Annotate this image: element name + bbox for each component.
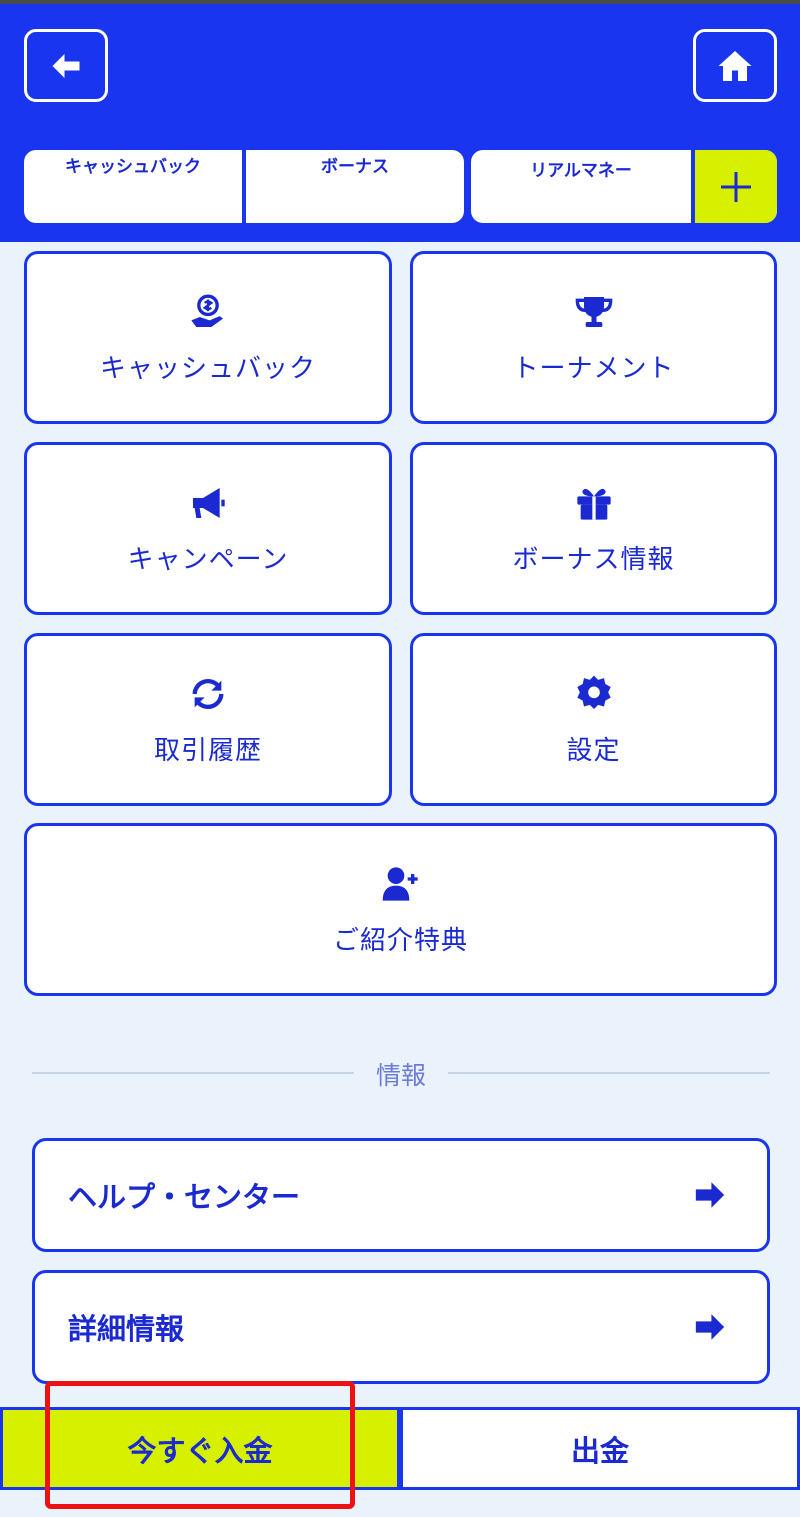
- arrow-right-icon: [695, 1182, 725, 1208]
- refresh-arrows-icon: [186, 672, 230, 716]
- cashback-hand-dollar-icon: [186, 290, 230, 334]
- deposit-now-button[interactable]: 今すぐ入金: [0, 1407, 400, 1490]
- home-button[interactable]: [693, 29, 777, 102]
- menu-cashback[interactable]: キャッシュバック: [24, 251, 392, 424]
- menu-referral-bonus[interactable]: ご紹介特典: [24, 823, 777, 996]
- details-link[interactable]: 詳細情報: [32, 1270, 770, 1384]
- wallet-real-money: リアルマネー: [471, 150, 777, 223]
- help-center-link[interactable]: ヘルプ・センター: [32, 1138, 770, 1252]
- megaphone-icon: [186, 481, 230, 525]
- help-center-label: ヘルプ・センター: [68, 1180, 301, 1214]
- wallet-real-money-label[interactable]: リアルマネー: [471, 156, 691, 181]
- details-label: 詳細情報: [68, 1312, 185, 1346]
- menu-cashback-label: キャッシュバック: [99, 354, 316, 384]
- menu-transaction-history[interactable]: 取引履歴: [24, 633, 392, 806]
- wallet-bonus[interactable]: ボーナス: [246, 152, 464, 177]
- menu-bonus-info-label: ボーナス情報: [512, 545, 675, 575]
- gear-icon: [572, 672, 616, 716]
- info-section-header: 情報: [32, 1052, 770, 1092]
- menu-settings[interactable]: 設定: [410, 633, 777, 806]
- menu-tournament-label: トーナメント: [512, 354, 675, 384]
- menu-bonus-info[interactable]: ボーナス情報: [410, 442, 777, 615]
- divider-line-right: [448, 1072, 770, 1074]
- divider-line-left: [32, 1072, 354, 1074]
- add-funds-button[interactable]: [691, 150, 777, 223]
- back-button[interactable]: [24, 29, 108, 102]
- bottom-action-bar: 今すぐ入金 出金: [0, 1407, 800, 1490]
- trophy-icon: [572, 290, 616, 334]
- wallet-tabs: キャッシュバック ボーナス: [24, 150, 464, 223]
- top-header: キャッシュバック ボーナス リアルマネー: [0, 4, 800, 242]
- gift-icon: [572, 481, 616, 525]
- withdraw-button[interactable]: 出金: [400, 1407, 800, 1490]
- wallet-cashback[interactable]: キャッシュバック: [24, 152, 242, 177]
- menu-campaign[interactable]: キャンペーン: [24, 442, 392, 615]
- arrow-left-icon: [52, 53, 80, 78]
- add-user-icon: [379, 862, 423, 906]
- menu-transaction-history-label: 取引履歴: [153, 736, 262, 766]
- plus-icon: [721, 171, 751, 202]
- menu-referral-bonus-label: ご紹介特典: [332, 926, 468, 956]
- info-section-title: 情報: [375, 1061, 426, 1090]
- menu-campaign-label: キャンペーン: [127, 545, 289, 575]
- home-icon: [718, 50, 752, 81]
- arrow-right-icon: [695, 1314, 725, 1340]
- menu-settings-label: 設定: [566, 736, 621, 766]
- menu-tournament[interactable]: トーナメント: [410, 251, 777, 424]
